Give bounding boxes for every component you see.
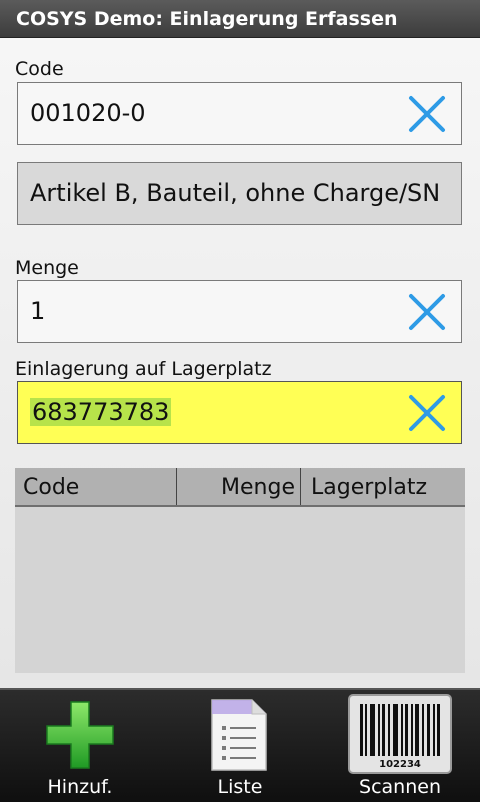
add-label: Hinzuf. (47, 776, 113, 798)
clear-code-icon[interactable] (407, 94, 447, 134)
form-panel: Code 001020-0 Artikel B, Bauteil, ohne C… (0, 38, 480, 688)
list-label: Liste (217, 776, 263, 798)
plus-icon (46, 701, 114, 769)
entries-table[interactable]: Code Menge Lagerplatz (15, 468, 465, 673)
article-description: Artikel B, Bauteil, ohne Charge/SN (30, 179, 441, 207)
barcode-icon: 102234 (348, 694, 452, 774)
code-value: 001020-0 (30, 99, 146, 127)
clear-menge-icon[interactable] (407, 292, 447, 332)
column-header-lagerplatz[interactable]: Lagerplatz (311, 468, 427, 505)
document-list-icon (211, 699, 267, 771)
bottom-action-bar: Hinzuf. Liste 102234 Scannen (0, 688, 480, 802)
add-button[interactable]: Hinzuf. (0, 690, 160, 802)
column-header-code[interactable]: Code (23, 468, 79, 505)
menge-label: Menge (15, 257, 79, 279)
list-button[interactable]: Liste (160, 690, 320, 802)
code-label: Code (15, 58, 64, 80)
clear-lagerplatz-icon[interactable] (407, 393, 447, 433)
lagerplatz-value: 683773783 (30, 398, 172, 426)
lagerplatz-field[interactable]: 683773783 (17, 381, 462, 444)
menge-value: 1 (30, 297, 46, 325)
menge-field[interactable]: 1 (17, 280, 462, 343)
scan-button[interactable]: 102234 Scannen (320, 690, 480, 802)
lagerplatz-value-wrap: 683773783 (30, 382, 172, 443)
barcode-number: 102234 (379, 759, 421, 770)
column-divider (300, 468, 301, 505)
column-header-menge[interactable]: Menge (221, 468, 295, 505)
table-header: Code Menge Lagerplatz (15, 468, 465, 507)
app-title: COSYS Demo: Einlagerung Erfassen (0, 0, 480, 38)
article-description-field: Artikel B, Bauteil, ohne Charge/SN (17, 162, 462, 225)
lagerplatz-label: Einlagerung auf Lagerplatz (15, 358, 272, 380)
column-divider (176, 468, 177, 505)
code-field[interactable]: 001020-0 (17, 82, 462, 145)
scan-label: Scannen (359, 776, 441, 798)
